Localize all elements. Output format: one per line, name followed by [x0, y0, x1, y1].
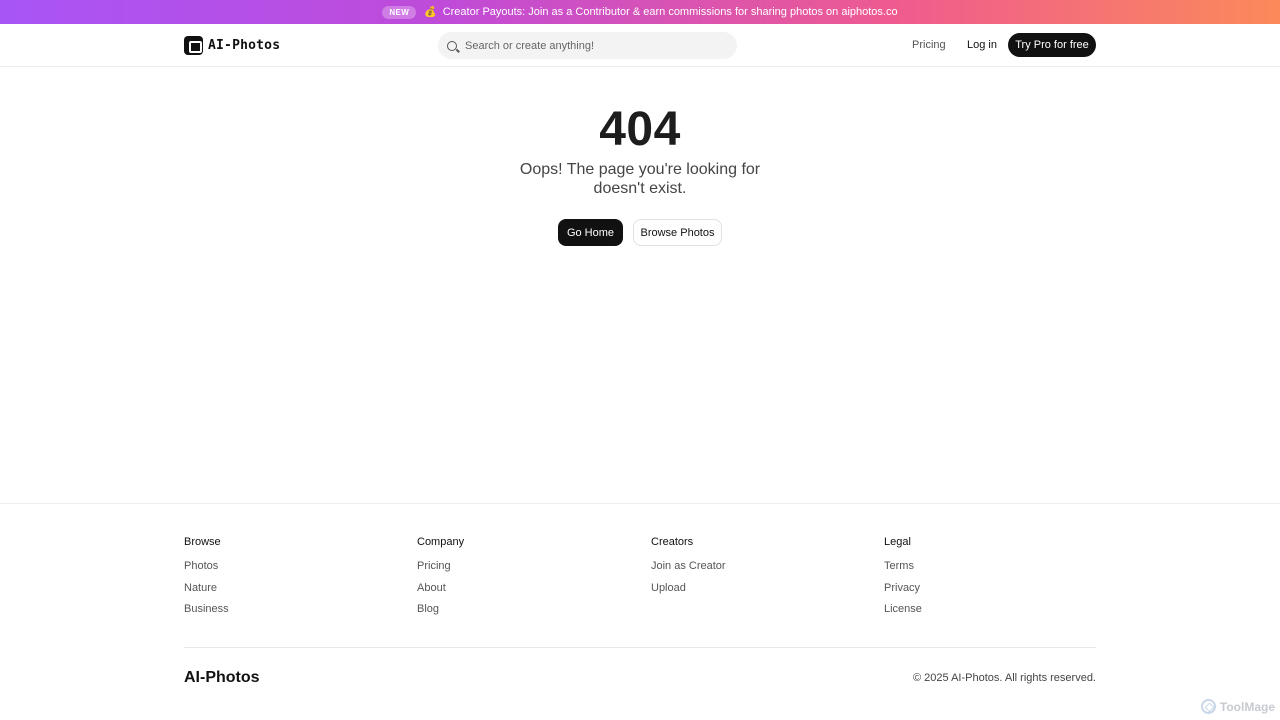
footer-divider [184, 647, 1096, 648]
login-link[interactable]: Log in [967, 39, 997, 51]
error-code: 404 [599, 103, 681, 156]
footer-link-license[interactable]: License [884, 603, 922, 616]
logo[interactable]: AI-Photos [184, 36, 280, 55]
footer-column-creators: Creators Join as Creator Upload [651, 536, 726, 603]
browse-photos-button[interactable]: Browse Photos [633, 219, 722, 246]
announcement-text[interactable]: Creator Payouts: Join as a Contributor &… [443, 6, 898, 18]
footer-link-pricing[interactable]: Pricing [417, 560, 464, 573]
footer-heading: Creators [651, 536, 694, 548]
footer-column-legal: Legal Terms Privacy License [884, 536, 922, 625]
footer-heading: Legal [884, 536, 911, 548]
footer-column-company: Company Pricing About Blog [417, 536, 464, 625]
go-home-button[interactable]: Go Home [558, 219, 623, 246]
footer-brand[interactable]: AI-Photos [184, 669, 260, 687]
watermark-icon [1200, 699, 1216, 714]
search-input[interactable] [465, 39, 715, 52]
try-pro-button[interactable]: Try Pro for free [1008, 33, 1096, 57]
footer-heading: Company [417, 536, 465, 548]
footer-top-divider [0, 503, 1280, 504]
watermark: ToolMage [1200, 699, 1275, 714]
announcement-bar[interactable]: NEW 💰 Creator Payouts: Join as a Contrib… [0, 0, 1280, 24]
new-badge: NEW [382, 5, 417, 19]
footer-link-about[interactable]: About [417, 582, 464, 595]
money-bag-icon: 💰 [424, 6, 437, 18]
logo-text: AI-Photos [208, 38, 281, 53]
search-bar[interactable] [438, 32, 737, 59]
watermark-text: ToolMage [1219, 699, 1275, 714]
site-header: AI-Photos Pricing Log in Try Pro for fre… [0, 24, 1280, 67]
copyright-text: © 2025 AI-Photos. All rights reserved. [913, 672, 1096, 684]
footer-link-upload[interactable]: Upload [651, 582, 726, 595]
footer-link-nature[interactable]: Nature [184, 582, 229, 595]
footer-column-browse: Browse Photos Nature Business [184, 536, 229, 625]
nav-pricing-link[interactable]: Pricing [912, 39, 946, 51]
error-message: Oops! The page you're looking for doesn'… [519, 161, 761, 197]
logo-icon [184, 36, 203, 55]
footer-link-join-as-creator[interactable]: Join as Creator [651, 560, 726, 573]
footer-link-blog[interactable]: Blog [417, 603, 464, 616]
footer-link-photos[interactable]: Photos [184, 560, 229, 573]
footer-link-terms[interactable]: Terms [884, 560, 922, 573]
search-icon [447, 40, 457, 51]
footer-link-business[interactable]: Business [184, 603, 229, 616]
footer-heading: Browse [184, 536, 221, 548]
footer-link-privacy[interactable]: Privacy [884, 582, 922, 595]
